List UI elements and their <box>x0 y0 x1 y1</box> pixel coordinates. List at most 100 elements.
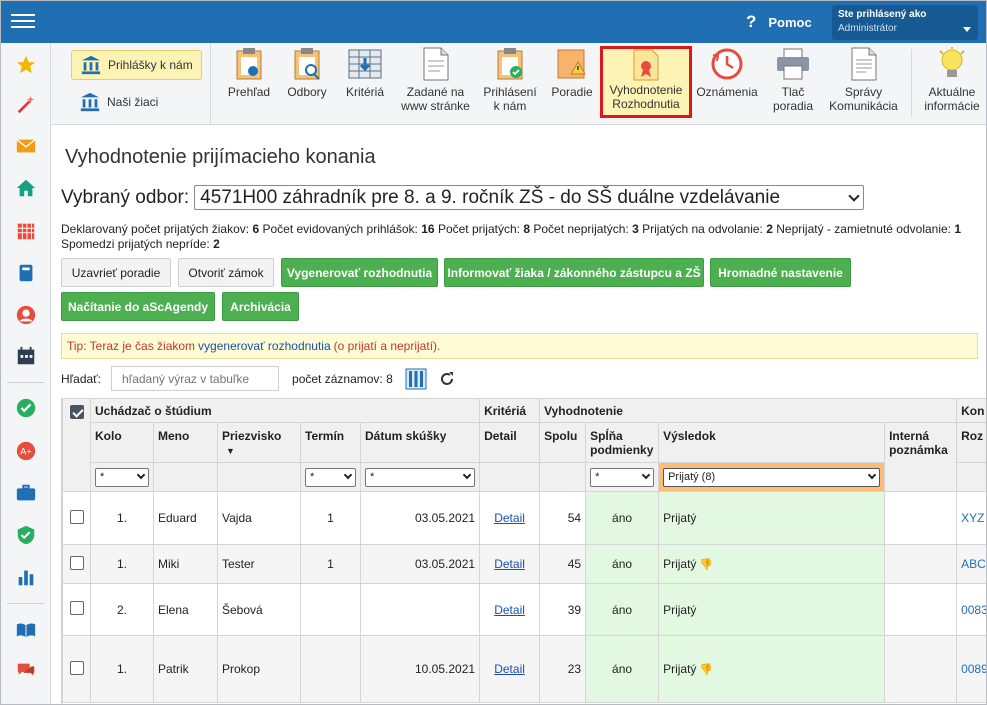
detail-link[interactable]: Detail <box>494 557 525 571</box>
tip-link[interactable]: vygenerovať rozhodnutia <box>198 339 331 353</box>
filter-datum[interactable]: * <box>365 467 476 487</box>
col-roz[interactable]: Roz <box>956 422 986 463</box>
col-detail[interactable]: Detail <box>479 422 541 463</box>
stat-label: Prijatých na odvolanie: <box>642 222 763 236</box>
search-row: Hľadať: počet záznamov: 8 <box>61 366 455 391</box>
timetable-icon[interactable] <box>14 344 38 368</box>
menu-icon[interactable] <box>11 10 35 32</box>
vysledok-value: Prijatý <box>663 662 697 676</box>
kod-link[interactable]: ABC <box>961 557 986 571</box>
search-input[interactable] <box>111 366 280 391</box>
left-rail: A+ <box>1 43 51 704</box>
cell-interna <box>884 583 958 636</box>
cell-kod: ABC <box>956 544 986 584</box>
row-checkbox[interactable] <box>69 555 84 570</box>
grade-badge-icon[interactable]: A+ <box>14 439 38 463</box>
stat-value: 2 <box>766 222 773 236</box>
filter-splna[interactable]: * <box>590 467 655 487</box>
user-status-label: Ste prihlásený ako <box>838 9 927 20</box>
detail-link[interactable]: Detail <box>494 603 525 617</box>
cell-kod: 0083 <box>956 583 986 636</box>
stat-label: Počet neprijatých: <box>533 222 629 236</box>
rail-divider <box>7 382 45 383</box>
clock-icon <box>710 47 744 81</box>
ribbon-label: Oznámenia <box>696 85 758 99</box>
magic-wand-icon[interactable] <box>14 93 38 117</box>
columns-icon[interactable] <box>405 368 427 390</box>
star-icon[interactable] <box>14 53 38 77</box>
otvorit-zamok-button[interactable]: Otvoriť zámok <box>178 258 274 287</box>
filter-value: Prijatý (8) <box>668 471 716 483</box>
ribbon-tlac-poradia[interactable]: Tlač poradia <box>769 47 817 121</box>
filter-vysledok[interactable]: Prijatý (8) <box>663 467 881 487</box>
kod-link[interactable]: XYZ <box>961 511 984 525</box>
col-termin[interactable]: Termín <box>300 422 361 463</box>
col-spolu[interactable]: Spolu <box>539 422 587 463</box>
ribbon-kriteria[interactable]: Kritériá <box>340 47 390 121</box>
col-priezvisko[interactable]: Priezvisko ▼ <box>217 422 301 463</box>
kod-link[interactable]: 0089 <box>961 662 986 676</box>
clipboard-eye-icon <box>232 47 266 81</box>
row-checkbox[interactable] <box>69 660 84 675</box>
nav-prihlasky-k-nam[interactable]: Prihlášky k nám <box>71 50 202 80</box>
table-row[interactable]: 1. Patrik Prokop 10.05.2021 Detail 23 áno Prija… <box>62 635 986 703</box>
table-row[interactable]: 1. Eduard Vajda 1 03.05.2021 Detail 54 áno Prija… <box>62 491 986 545</box>
check-circle-icon[interactable] <box>14 396 38 420</box>
book-icon[interactable] <box>14 261 38 285</box>
detail-link[interactable]: Detail <box>494 511 525 525</box>
shield-check-icon[interactable] <box>14 523 38 547</box>
ribbon-poradie[interactable]: Poradie <box>548 47 596 121</box>
home-icon[interactable] <box>14 176 38 200</box>
row-checkbox[interactable] <box>69 509 84 524</box>
user-icon[interactable] <box>14 303 38 327</box>
nav-nasi-ziaci[interactable]: Naši žiaci <box>71 87 166 117</box>
col-kolo[interactable]: Kolo <box>90 422 154 463</box>
briefcase-icon[interactable] <box>14 481 38 505</box>
archivacia-button[interactable]: Archivácia <box>222 292 299 321</box>
ribbon-vyhodnotenie-rozhodnutia[interactable]: Vyhodnotenie Rozhodnutia <box>600 46 692 118</box>
uzavriet-poradie-button[interactable]: Uzavrieť poradie <box>61 258 171 287</box>
ribbon-oznamenia[interactable]: Oznámenia <box>696 47 758 121</box>
vygenerovat-rozhodnutia-button[interactable]: Vygenerovať rozhodnutia <box>281 258 438 287</box>
bar-chart-icon[interactable] <box>14 565 38 589</box>
ribbon-zadane-na-www[interactable]: Zadané na www stránke <box>398 47 473 121</box>
ribbon-prehlad[interactable]: Prehľad <box>224 47 274 121</box>
col-interna[interactable]: Interná poznámka <box>884 422 958 492</box>
ribbon-odbory[interactable]: Odbory <box>282 47 332 121</box>
filter-termin[interactable]: * <box>305 467 356 487</box>
row-checkbox[interactable] <box>69 601 84 615</box>
open-book-icon[interactable] <box>14 618 38 642</box>
vysledok-value: Prijatý <box>663 557 697 571</box>
filter-empty <box>956 462 986 492</box>
col-vysledok[interactable]: Výsledok <box>658 422 886 463</box>
cell-kolo: 1. <box>90 635 154 703</box>
nacitanie-ascagendy-button[interactable]: Načítanie do aScAgendy <box>61 292 215 321</box>
ribbon-prihlaseni-k-nam[interactable]: Prihlásení k nám <box>481 47 539 121</box>
ribbon-spravy-komunikacia[interactable]: Správy Komunikácia <box>826 47 901 121</box>
col-splna[interactable]: Spĺňa podmienky <box>585 422 660 463</box>
select-all-checkbox[interactable] <box>69 405 84 419</box>
filter-value: * <box>595 471 600 483</box>
filter-empty <box>217 462 301 492</box>
record-count: počet záznamov: 8 <box>292 371 393 386</box>
filter-kolo[interactable]: * <box>95 467 149 487</box>
help-button[interactable]: ? Pomoc <box>746 11 812 33</box>
col-datum[interactable]: Dátum skúšky <box>359 422 481 463</box>
chat-icon[interactable] <box>14 659 38 683</box>
ribbon-aktualne-informacie[interactable]: Aktuálne informácie <box>919 47 985 121</box>
table-row[interactable]: 2. Elena Šebová Detail 39 áno Prijatý 0083 <box>62 583 986 636</box>
ribbon-label: Komunikácia <box>829 99 898 113</box>
table-row[interactable]: 1. Miki Tester 1 03.05.2021 Detail 45 áno Prijat… <box>62 544 986 584</box>
user-menu[interactable]: Ste prihlásený ako Administrátor <box>832 5 978 40</box>
mail-icon[interactable] <box>14 134 38 158</box>
hromadne-nastavenie-button[interactable]: Hromadné nastavenie <box>710 258 851 287</box>
calendar-icon[interactable] <box>14 219 38 243</box>
refresh-icon[interactable] <box>439 371 455 387</box>
detail-link[interactable]: Detail <box>494 662 525 676</box>
odbor-select[interactable]: 4571H00 záhradník pre 8. a 9. ročník ZŠ … <box>194 185 865 210</box>
informovat-ziaka-button[interactable]: Informovať žiaka / zákonného zástupcu a … <box>444 258 704 287</box>
cell-priezvisko: Šebová <box>217 583 301 636</box>
col-meno[interactable]: Meno <box>153 422 218 463</box>
filter-value: * <box>100 471 105 483</box>
kod-link[interactable]: 0083 <box>961 603 986 617</box>
